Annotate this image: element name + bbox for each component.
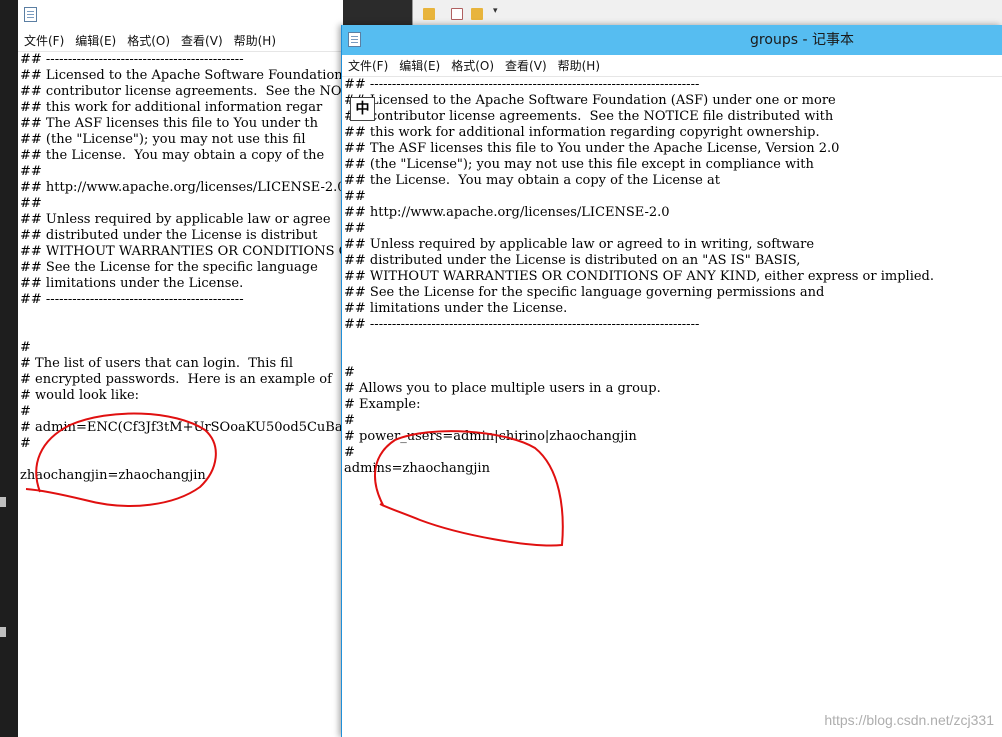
text-line: # Allows you to place multiple users in … [344, 381, 661, 396]
text-line: # [20, 436, 31, 451]
text-line: ## WITHOUT WARRANTIES OR CONDITIONS OF A… [344, 269, 935, 284]
text-line: ## Licensed to the Apache Software Found… [20, 68, 343, 83]
menu-item[interactable]: 编辑(E) [70, 31, 121, 52]
text-line [344, 349, 1002, 365]
text-line: # [20, 340, 31, 355]
text-line: ## limitations under the License. [344, 301, 568, 316]
notepad-window-groups[interactable]: groups - 记事本 文件(F) 编辑(E) 格式(O) 查看(V) 帮助(H) #… [341, 25, 1002, 737]
menu-item[interactable]: 查看(V) [500, 56, 552, 77]
text-line: ## distributed under the License is dist… [20, 228, 318, 243]
chevron-down-icon[interactable]: ▾ [493, 6, 498, 16]
title-bar[interactable] [18, 0, 343, 31]
text-editor-area[interactable]: ## -------------------------------------… [342, 77, 1002, 737]
text-line: ## WITHOUT WARRANTIES OR CONDITIONS OF A… [20, 244, 343, 259]
text-line: ## (the "License"); you may not use this… [344, 157, 814, 172]
text-line: ## contributor license agreements. See t… [20, 84, 342, 99]
text-line: ## The ASF licenses this file to You und… [344, 141, 840, 156]
text-line: ## See the License for the specific lang… [344, 285, 825, 300]
text-line: ## http://www.apache.org/licenses/LICENS… [344, 205, 670, 220]
text-line: ## The ASF licenses this file to You und… [20, 116, 318, 131]
menu-item[interactable]: 格式(O) [446, 56, 499, 77]
text-line: ## -------------------------------------… [20, 52, 244, 67]
title-bar[interactable]: groups - 记事本 [342, 25, 1002, 55]
watermark: https://blog.csdn.net/zcj331 [824, 712, 994, 728]
desktop-edge-mark [0, 627, 6, 637]
text-line: ## See the License for the specific lang… [20, 260, 318, 275]
text-line: ## the License. You may obtain a copy of… [20, 148, 325, 163]
text-editor-area[interactable]: ## -------------------------------------… [18, 52, 343, 737]
text-line: # [344, 365, 355, 380]
text-line: ## [20, 196, 42, 211]
text-line: ## -------------------------------------… [344, 77, 700, 92]
text-line: ## distributed under the License is dist… [344, 253, 801, 268]
window-title: groups - 记事本 [750, 32, 854, 48]
menu-item[interactable]: 帮助(H) [553, 56, 605, 77]
menu-item[interactable]: 格式(O) [122, 31, 175, 52]
explorer-toolbar: ▾ [412, 0, 1002, 27]
text-line: ## Licensed to the Apache Software Found… [344, 93, 836, 108]
menu-bar: 文件(F) 编辑(E) 格式(O) 查看(V) 帮助(H) [18, 30, 343, 52]
menu-item[interactable]: 文件(F) [19, 31, 69, 52]
text-line [20, 308, 343, 324]
text-line: zhaochangjin=zhaochangjin [20, 468, 206, 483]
properties-icon[interactable] [451, 8, 463, 20]
text-line: # would look like: [20, 388, 140, 403]
menu-item[interactable]: 编辑(E) [394, 56, 445, 77]
text-line: ## this work for additional information … [344, 125, 820, 140]
new-folder-icon[interactable] [471, 8, 483, 20]
text-line: # [344, 445, 355, 460]
text-line: ## contributor license agreements. See t… [344, 109, 834, 124]
menu-item[interactable]: 帮助(H) [229, 31, 281, 52]
menu-item[interactable]: 文件(F) [343, 56, 393, 77]
text-line: # [344, 413, 355, 428]
folder-icon[interactable] [423, 8, 435, 20]
text-line: # power_users=admin|chirino|zhaochangjin [344, 429, 637, 444]
text-line: ## limitations under the License. [20, 276, 244, 291]
text-line: admins=zhaochangjin [344, 461, 490, 476]
text-line: ## the License. You may obtain a copy of… [344, 173, 720, 188]
desktop-edge [0, 0, 18, 737]
menu-item[interactable]: 查看(V) [176, 31, 228, 52]
text-line: ## -------------------------------------… [344, 317, 700, 332]
text-line: # admin=ENC(Cf3Jf3tM+UrSOoaKU50od5CuBa8r… [20, 420, 343, 435]
text-line: ## -------------------------------------… [20, 292, 244, 307]
text-line: ## [20, 164, 42, 179]
text-line [20, 324, 343, 340]
text-line [344, 333, 1002, 349]
notepad-icon[interactable] [24, 7, 37, 22]
notepad-window-users[interactable]: 文件(F) 编辑(E) 格式(O) 查看(V) 帮助(H) ## -----------… [18, 0, 343, 737]
text-line [20, 452, 343, 468]
text-line: ## Unless required by applicable law or … [20, 212, 331, 227]
text-line: ## (the "License"); you may not use this… [20, 132, 306, 147]
ime-indicator[interactable]: 中 [350, 97, 375, 121]
menu-bar: 文件(F) 编辑(E) 格式(O) 查看(V) 帮助(H) [342, 55, 1002, 77]
text-line: ## http://www.apache.org/licenses/LICENS… [20, 180, 343, 195]
text-line: # The list of users that can login. This… [20, 356, 294, 371]
text-line: ## Unless required by applicable law or … [344, 237, 815, 252]
text-line: # Example: [344, 397, 421, 412]
text-line: ## this work for additional information … [20, 100, 323, 115]
text-line: # [20, 404, 31, 419]
text-line: # encrypted passwords. Here is an exampl… [20, 372, 332, 387]
desktop-edge-mark [0, 497, 6, 507]
text-line: ## [344, 221, 366, 236]
text-line: ## [344, 189, 366, 204]
